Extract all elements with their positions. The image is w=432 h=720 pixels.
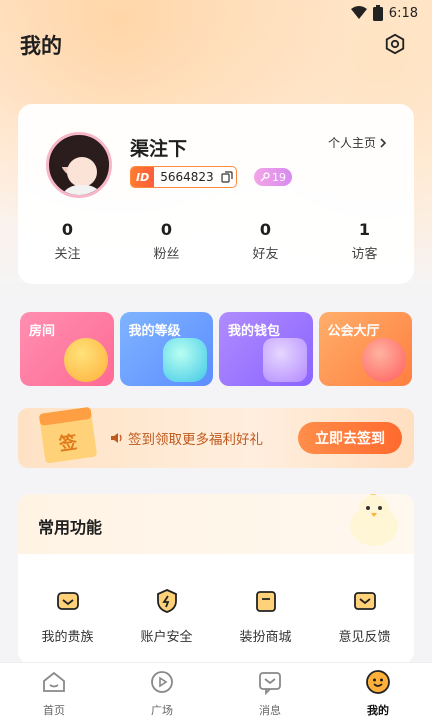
wifi-icon [350, 6, 367, 19]
security-icon [156, 589, 177, 613]
tool-label: 意见反馈 [338, 630, 391, 645]
room-icon [63, 338, 108, 382]
tools-row: 我的贵族 账户安全 装扮商城 意见反馈 [18, 588, 414, 645]
tools-header: 常用功能 [18, 494, 414, 554]
user-id-box: ID 5664823 [130, 166, 237, 188]
copy-icon[interactable] [218, 167, 236, 187]
stat-value: 0 [160, 220, 173, 239]
tab-label: 广场 [151, 704, 173, 717]
feature-label: 公会大厅 [327, 324, 380, 339]
tab-home[interactable]: 首页 [0, 663, 108, 720]
feedback-icon [353, 592, 376, 610]
stats-row: 0 关注 0 粉丝 0 好友 1 访客 [18, 220, 414, 262]
stat-following[interactable]: 0 关注 [18, 220, 117, 262]
username: 渠注下 [130, 138, 188, 160]
feature-label: 我的等级 [128, 324, 181, 339]
tab-label: 首页 [43, 704, 65, 717]
status-time: 6:18 [388, 5, 418, 21]
tab-label: 我的 [367, 704, 389, 717]
speaker-icon [111, 433, 122, 443]
signin-text-label: 签到领取更多福利好礼 [128, 432, 263, 448]
message-icon [259, 672, 281, 696]
tools-title: 常用功能 [38, 518, 103, 537]
bottom-tab-bar: 首页 广场 消息 我的 [0, 662, 432, 720]
store-icon [255, 591, 276, 612]
noble-icon [56, 592, 79, 610]
tool-feedback[interactable]: 意见反馈 [315, 588, 414, 645]
level-value: 19 [272, 170, 286, 184]
feature-label: 我的钱包 [228, 324, 281, 339]
stat-label: 好友 [252, 247, 279, 262]
homepage-link[interactable]: 个人主页 [328, 134, 388, 151]
chick-mascot-icon [350, 494, 398, 546]
homepage-link-label: 个人主页 [327, 136, 376, 150]
home-icon [43, 671, 65, 692]
stat-value: 0 [259, 220, 272, 239]
stat-fans[interactable]: 0 粉丝 [117, 220, 216, 262]
settings-hex-icon[interactable] [384, 33, 406, 55]
guild-chat-icon [362, 338, 406, 382]
signin-text: 签到领取更多福利好礼 [110, 428, 263, 448]
avatar[interactable] [46, 132, 112, 198]
status-bar: 6:18 [0, 0, 432, 26]
common-tools-card: 常用功能 我的贵族 账户安全 装扮商城 意见反馈 [18, 494, 414, 664]
profile-icon [366, 670, 390, 694]
tool-label: 我的贵族 [41, 630, 94, 645]
chevron-right-icon [380, 137, 387, 148]
tool-store[interactable]: 装扮商城 [216, 588, 315, 645]
feature-guild-hall[interactable]: 公会大厅 [318, 312, 412, 386]
calendar-icon: 签 [39, 407, 97, 463]
tab-mine[interactable]: 我的 [324, 663, 432, 720]
tab-messages[interactable]: 消息 [216, 663, 324, 720]
feature-label: 房间 [29, 324, 56, 339]
signin-button[interactable]: 立即去签到 [298, 422, 402, 454]
stat-label: 关注 [54, 247, 81, 262]
stat-label: 粉丝 [153, 247, 180, 262]
tool-security[interactable]: 账户安全 [117, 588, 216, 645]
stat-label: 访客 [351, 247, 378, 262]
stat-friends[interactable]: 0 好友 [216, 220, 315, 262]
signin-banner[interactable]: 签 签到领取更多福利好礼 立即去签到 [18, 407, 414, 468]
feature-row: 房间 我的等级 我的钱包 公会大厅 [20, 312, 412, 386]
feature-my-wallet[interactable]: 我的钱包 [219, 312, 313, 386]
stat-value: 1 [358, 220, 371, 239]
tool-label: 装扮商城 [239, 630, 292, 645]
plaza-icon [151, 671, 173, 693]
crown-icon [163, 338, 207, 382]
tab-plaza[interactable]: 广场 [108, 663, 216, 720]
feature-my-level[interactable]: 我的等级 [119, 312, 213, 386]
profile-card: 渠注下 个人主页 ID 5664823 19 0 关注 0 粉丝 0 好友 1 … [18, 104, 414, 284]
key-icon [260, 172, 270, 182]
tool-label: 账户安全 [140, 630, 193, 645]
battery-icon [372, 5, 383, 21]
stat-value: 0 [61, 220, 74, 239]
stat-visitors[interactable]: 1 访客 [315, 220, 414, 262]
feature-room[interactable]: 房间 [20, 312, 114, 386]
tool-noble[interactable]: 我的贵族 [18, 588, 117, 645]
wallet-icon [262, 338, 307, 382]
user-id-value: 5664823 [160, 170, 214, 184]
level-badge: 19 [254, 168, 292, 186]
tab-label: 消息 [259, 704, 281, 717]
id-tag: ID [131, 167, 155, 187]
page-title: 我的 [20, 34, 62, 58]
